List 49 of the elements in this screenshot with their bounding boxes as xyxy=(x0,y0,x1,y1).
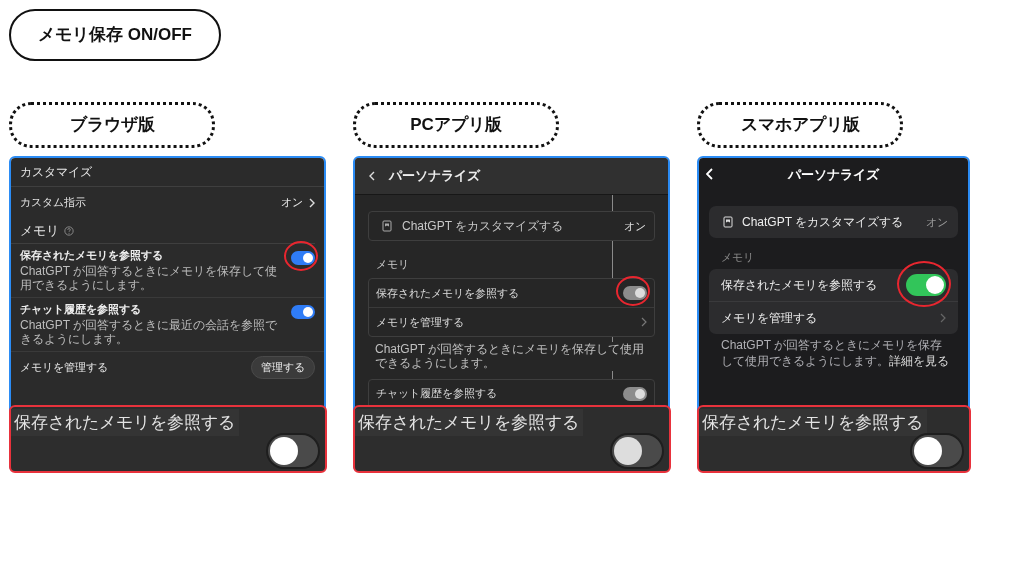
setting-label: 保存されたメモリを参照する xyxy=(721,276,878,294)
setting-label: 保存されたメモリを参照する xyxy=(20,248,164,263)
toggle-switch[interactable] xyxy=(265,432,320,469)
panel-heading: パーソナライズ xyxy=(788,166,879,184)
section-heading: メモリ xyxy=(20,222,59,240)
setting-label: 保存されたメモリを参照する xyxy=(376,285,520,301)
version-label: ブラウザ版 xyxy=(9,102,215,148)
manage-row[interactable]: メモリを管理する xyxy=(709,302,958,334)
toggle-switch[interactable] xyxy=(291,251,315,265)
setting-label: カスタム指示 xyxy=(20,195,87,210)
chevron-right-icon xyxy=(641,317,647,327)
back-icon[interactable] xyxy=(369,171,375,181)
details-link[interactable]: 詳細を見る xyxy=(889,353,949,368)
title-label: メモリ保存 ON/OFF xyxy=(9,9,221,61)
toggle-switch[interactable] xyxy=(623,386,647,401)
chevron-right-icon[interactable] xyxy=(309,197,315,208)
setting-label: チャット履歴を参照する xyxy=(20,301,142,317)
setting-label: ChatGPT をカスタマイズする xyxy=(402,217,565,235)
manage-row[interactable]: メモリを管理する xyxy=(369,308,654,336)
version-label: スマホアプリ版 xyxy=(697,102,903,148)
section-heading: メモリ xyxy=(721,250,755,265)
manage-button[interactable]: 管理する xyxy=(251,355,315,379)
callout-label: 保存されたメモリを参照する xyxy=(357,412,579,432)
setting-description: ChatGPT が回答するときにメモリを保存して使用できるようにします。詳細を見る xyxy=(721,338,950,370)
toggle-switch[interactable] xyxy=(609,432,664,469)
book-icon xyxy=(723,216,733,228)
setting-label: チャット履歴を参照する xyxy=(376,386,498,402)
setting-value: オン xyxy=(281,195,303,210)
callout-label: 保存されたメモリを参照する xyxy=(701,412,923,432)
customize-row[interactable]: ChatGPT をカスタマイズする オン xyxy=(709,206,958,238)
toggle-switch[interactable] xyxy=(291,304,315,319)
book-icon xyxy=(382,220,392,232)
panel-heading: パーソナライズ xyxy=(389,167,480,185)
help-icon[interactable] xyxy=(64,226,74,236)
callout-label: 保存されたメモリを参照する xyxy=(13,412,235,432)
setting-description: ChatGPT が回答するときに最近の会話を参照できるようにします。 xyxy=(20,317,279,347)
section-heading: メモリ xyxy=(376,257,410,272)
toggle-switch[interactable] xyxy=(623,286,647,300)
toggle-switch[interactable] xyxy=(906,274,946,296)
panel-heading: カスタマイズ xyxy=(11,158,324,187)
setting-description: ChatGPT が回答するときにメモリを保存して使用できるようにします。 xyxy=(20,264,279,293)
setting-label: メモリを管理する xyxy=(20,359,109,375)
toggle-switch[interactable] xyxy=(909,432,964,469)
version-label: PCアプリ版 xyxy=(353,102,559,148)
setting-label: ChatGPT をカスタマイズする xyxy=(742,213,905,231)
customize-row[interactable]: ChatGPT をカスタマイズする オン xyxy=(368,211,655,241)
setting-value: オン xyxy=(624,218,646,234)
setting-value: オン xyxy=(926,214,948,230)
chevron-right-icon xyxy=(940,313,946,323)
